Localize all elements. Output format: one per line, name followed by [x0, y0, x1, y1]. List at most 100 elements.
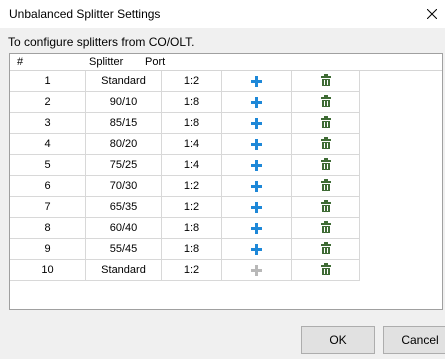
delete-row-button[interactable] [320, 262, 331, 278]
delete-row-button[interactable] [320, 115, 331, 131]
add-row-button[interactable] [251, 136, 262, 153]
add-row-button[interactable] [251, 220, 262, 237]
add-row-button[interactable] [251, 73, 262, 90]
table-row[interactable]: 7 65/35 1:2 [10, 197, 360, 218]
delete-row-button[interactable] [320, 220, 331, 236]
splitter-cell[interactable]: 70/30 [86, 176, 162, 197]
splitter-cell[interactable]: 75/25 [86, 155, 162, 176]
trash-icon [320, 220, 331, 233]
plus-icon [251, 138, 262, 150]
row-number-cell: 5 [10, 155, 86, 176]
add-cell [222, 218, 292, 239]
port-cell[interactable]: 1:8 [162, 113, 222, 134]
cancel-button[interactable]: Cancel [383, 326, 445, 354]
table-row[interactable]: 9 55/45 1:8 [10, 239, 360, 260]
port-cell[interactable]: 1:2 [162, 197, 222, 218]
plus-icon [251, 201, 262, 213]
table-row[interactable]: 6 70/30 1:2 [10, 176, 360, 197]
trash-icon [320, 157, 331, 170]
table-row[interactable]: 4 80/20 1:4 [10, 134, 360, 155]
port-cell[interactable]: 1:4 [162, 134, 222, 155]
splitter-cell[interactable]: 65/35 [86, 197, 162, 218]
delete-row-button[interactable] [320, 199, 331, 215]
splitter-cell[interactable]: Standard [86, 71, 162, 92]
row-number-cell: 9 [10, 239, 86, 260]
plus-icon [251, 159, 262, 171]
plus-icon [251, 117, 262, 129]
delete-row-button[interactable] [320, 178, 331, 194]
delete-cell [292, 92, 360, 113]
delete-row-button[interactable] [320, 136, 331, 152]
trash-icon [320, 73, 331, 86]
trash-icon [320, 262, 331, 275]
close-button[interactable] [419, 0, 445, 28]
delete-cell [292, 134, 360, 155]
splitter-cell[interactable]: 60/40 [86, 218, 162, 239]
splitter-cell[interactable]: 55/45 [86, 239, 162, 260]
plus-icon [251, 222, 262, 234]
add-row-button[interactable] [251, 115, 262, 132]
delete-row-button[interactable] [320, 73, 331, 89]
table-row[interactable]: 8 60/40 1:8 [10, 218, 360, 239]
port-cell[interactable]: 1:4 [162, 155, 222, 176]
table-row[interactable]: 10 Standard 1:2 [10, 260, 360, 281]
plus-icon [251, 180, 262, 192]
port-cell[interactable]: 1:2 [162, 260, 222, 281]
port-cell[interactable]: 1:2 [162, 176, 222, 197]
grid-header: # Splitter Port [10, 54, 442, 71]
add-row-button[interactable] [251, 157, 262, 174]
close-icon [427, 9, 437, 19]
add-cell [222, 92, 292, 113]
ok-button[interactable]: OK [301, 326, 375, 354]
add-cell [222, 113, 292, 134]
delete-row-button[interactable] [320, 241, 331, 257]
row-number-cell: 8 [10, 218, 86, 239]
splitter-grid[interactable]: # Splitter Port 1 Standard 1:2 2 90/10 1:8 3 85… [9, 53, 443, 310]
add-row-button [251, 262, 262, 279]
row-number-cell: 4 [10, 134, 86, 155]
add-cell [222, 260, 292, 281]
add-cell [222, 197, 292, 218]
trash-icon [320, 178, 331, 191]
add-row-button[interactable] [251, 178, 262, 195]
port-cell[interactable]: 1:8 [162, 218, 222, 239]
row-number-cell: 7 [10, 197, 86, 218]
table-row[interactable]: 5 75/25 1:4 [10, 155, 360, 176]
plus-icon [251, 96, 262, 108]
header-splitter: Splitter [89, 56, 124, 68]
port-cell[interactable]: 1:2 [162, 71, 222, 92]
row-number-cell: 3 [10, 113, 86, 134]
add-row-button[interactable] [251, 241, 262, 258]
add-row-button[interactable] [251, 94, 262, 111]
row-number-cell: 2 [10, 92, 86, 113]
add-cell [222, 155, 292, 176]
table-row[interactable]: 2 90/10 1:8 [10, 92, 360, 113]
trash-icon [320, 94, 331, 107]
trash-icon [320, 136, 331, 149]
delete-cell [292, 197, 360, 218]
table-row[interactable]: 3 85/15 1:8 [10, 113, 360, 134]
add-row-button[interactable] [251, 199, 262, 216]
port-cell[interactable]: 1:8 [162, 92, 222, 113]
trash-icon [320, 199, 331, 212]
delete-cell [292, 218, 360, 239]
delete-row-button[interactable] [320, 94, 331, 110]
title-bar: Unbalanced Splitter Settings [0, 0, 445, 28]
splitter-cell[interactable]: Standard [86, 260, 162, 281]
port-cell[interactable]: 1:8 [162, 239, 222, 260]
plus-icon [251, 264, 262, 276]
splitter-cell[interactable]: 80/20 [86, 134, 162, 155]
trash-icon [320, 241, 331, 254]
row-number-cell: 10 [10, 260, 86, 281]
header-port: Port [145, 56, 166, 68]
delete-cell [292, 71, 360, 92]
splitter-cell[interactable]: 85/15 [86, 113, 162, 134]
add-cell [222, 176, 292, 197]
table-row[interactable]: 1 Standard 1:2 [10, 71, 360, 92]
delete-row-button[interactable] [320, 157, 331, 173]
splitter-cell[interactable]: 90/10 [86, 92, 162, 113]
row-number-cell: 1 [10, 71, 86, 92]
add-cell [222, 134, 292, 155]
trash-icon [320, 115, 331, 128]
window-title: Unbalanced Splitter Settings [9, 7, 161, 21]
